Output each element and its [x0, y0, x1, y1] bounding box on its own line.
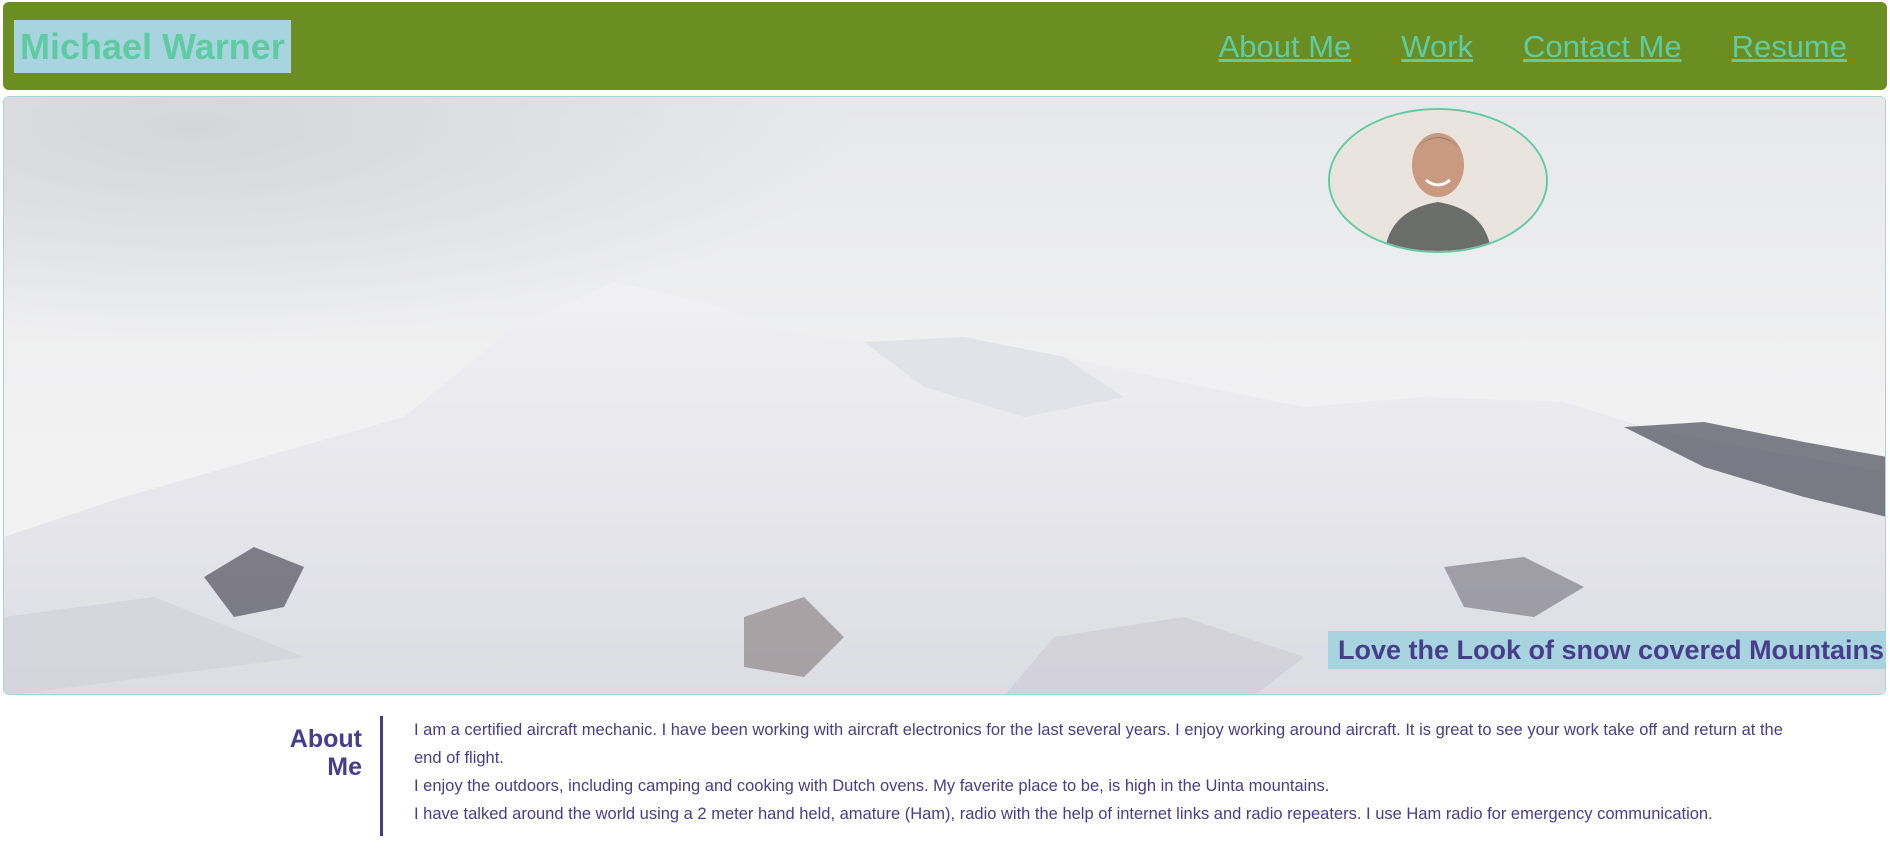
about-paragraph: I have talked around the world using a 2… [414, 805, 1713, 823]
mountain-photo [4, 97, 1885, 694]
nav-link-work[interactable]: Work [1401, 22, 1473, 72]
about-heading-line-2: Me [327, 753, 362, 781]
site-header: Michael Warner About Me Work Contact Me … [3, 2, 1887, 90]
person-photo-icon [1330, 110, 1546, 251]
about-heading: About Me [230, 725, 362, 781]
main-nav: About Me Work Contact Me Resume [1219, 22, 1847, 72]
section-divider [380, 716, 383, 836]
about-paragraph: I enjoy the outdoors, including camping … [414, 777, 1330, 795]
nav-link-resume[interactable]: Resume [1732, 22, 1847, 72]
nav-link-about-me[interactable]: About Me [1219, 22, 1352, 72]
site-title[interactable]: Michael Warner [14, 20, 291, 73]
about-paragraph: I am a certified aircraft mechanic. I ha… [414, 721, 1783, 767]
hero-banner: Love the Look of snow covered Mountains! [3, 96, 1886, 695]
about-text: I am a certified aircraft mechanic. I ha… [414, 716, 1794, 828]
about-heading-line-1: About [289, 725, 362, 753]
hero-caption: Love the Look of snow covered Mountains! [1328, 631, 1885, 669]
nav-link-contact-me[interactable]: Contact Me [1523, 22, 1682, 72]
profile-photo [1328, 108, 1548, 253]
